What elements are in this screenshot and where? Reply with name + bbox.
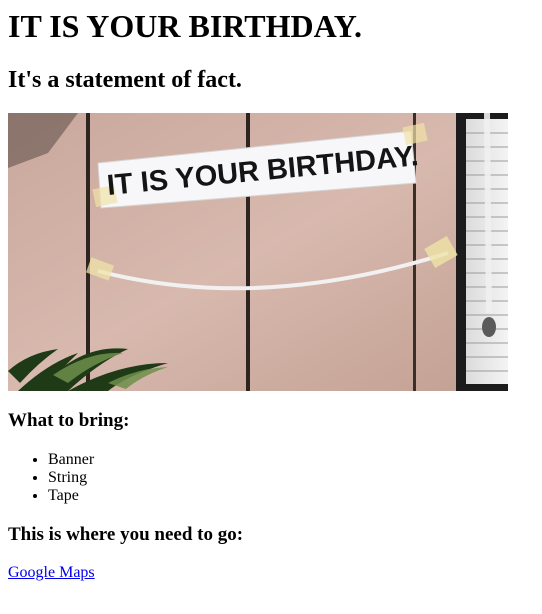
bring-list: Banner String Tape bbox=[8, 451, 94, 505]
list-item: Banner bbox=[48, 451, 94, 469]
bring-heading: What to bring: bbox=[8, 410, 130, 431]
list-item: String bbox=[48, 469, 94, 487]
birthday-banner-image: IT IS YOUR BIRTHDAY. bbox=[8, 113, 508, 391]
page-subtitle: It's a statement of fact. bbox=[8, 67, 242, 93]
birthday-photo: IT IS YOUR BIRTHDAY. bbox=[8, 113, 508, 391]
list-item: Tape bbox=[48, 487, 94, 505]
directions-heading: This is where you need to go: bbox=[8, 524, 244, 545]
google-maps-link[interactable]: Google Maps bbox=[8, 564, 95, 581]
directions-paragraph: Google Maps bbox=[8, 564, 95, 582]
page-title: IT IS YOUR BIRTHDAY. bbox=[8, 8, 362, 44]
